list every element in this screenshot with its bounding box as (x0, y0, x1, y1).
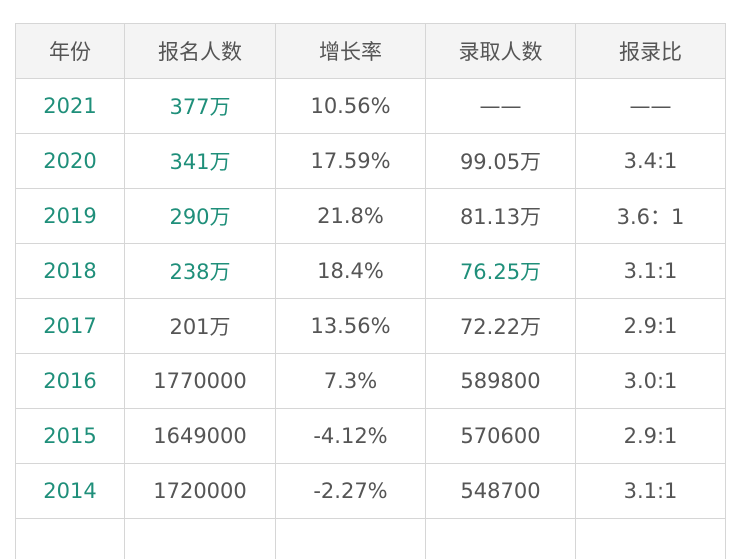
cell-applicants: 1720000 (125, 464, 276, 519)
admissions-table: 年份 报名人数 增长率 录取人数 报录比 2021 377万 10.56% ——… (15, 23, 726, 559)
table-row: 2017 201万 13.56% 72.22万 2.9:1 (16, 299, 726, 354)
cell-year: 2015 (16, 409, 125, 464)
cell-growth-rate: 21.8% (276, 189, 426, 244)
cell-year: 2021 (16, 79, 125, 134)
cell-applicants: 201万 (125, 299, 276, 354)
empty-cell (426, 519, 576, 559)
cell-ratio: 3.1:1 (576, 464, 726, 519)
table-row: 2018 238万 18.4% 76.25万 3.1:1 (16, 244, 726, 299)
cell-growth-rate: 18.4% (276, 244, 426, 299)
cell-growth-rate: 7.3% (276, 354, 426, 409)
cell-applicants: 238万 (125, 244, 276, 299)
table-row: 2021 377万 10.56% —— —— (16, 79, 726, 134)
admissions-table-container: 年份 报名人数 增长率 录取人数 报录比 2021 377万 10.56% ——… (15, 23, 725, 559)
table-header-row: 年份 报名人数 增长率 录取人数 报录比 (16, 24, 726, 79)
table-row-cut-off (16, 519, 726, 559)
header-applicants: 报名人数 (125, 24, 276, 79)
cell-ratio: 2.9:1 (576, 409, 726, 464)
cell-applicants: 290万 (125, 189, 276, 244)
table-row: 2015 1649000 -4.12% 570600 2.9:1 (16, 409, 726, 464)
table-row: 2014 1720000 -2.27% 548700 3.1:1 (16, 464, 726, 519)
cell-admitted: 589800 (426, 354, 576, 409)
header-growth-rate: 增长率 (276, 24, 426, 79)
empty-cell (576, 519, 726, 559)
cell-admitted: 76.25万 (426, 244, 576, 299)
cell-year: 2019 (16, 189, 125, 244)
cell-growth-rate: -4.12% (276, 409, 426, 464)
cell-ratio: 3.4:1 (576, 134, 726, 189)
cell-year: 2020 (16, 134, 125, 189)
cell-admitted: 72.22万 (426, 299, 576, 354)
empty-cell (276, 519, 426, 559)
cell-growth-rate: 17.59% (276, 134, 426, 189)
header-year: 年份 (16, 24, 125, 79)
cell-year: 2017 (16, 299, 125, 354)
cell-applicants: 377万 (125, 79, 276, 134)
cell-applicants: 341万 (125, 134, 276, 189)
cell-ratio: 3.0:1 (576, 354, 726, 409)
table-row: 2019 290万 21.8% 81.13万 3.6：1 (16, 189, 726, 244)
cell-ratio: —— (576, 79, 726, 134)
table-row: 2020 341万 17.59% 99.05万 3.4:1 (16, 134, 726, 189)
cell-ratio: 3.1:1 (576, 244, 726, 299)
cell-admitted: 570600 (426, 409, 576, 464)
header-admitted: 录取人数 (426, 24, 576, 79)
cell-admitted: —— (426, 79, 576, 134)
cell-applicants: 1770000 (125, 354, 276, 409)
cell-growth-rate: 13.56% (276, 299, 426, 354)
cell-growth-rate: 10.56% (276, 79, 426, 134)
cell-growth-rate: -2.27% (276, 464, 426, 519)
table-row: 2016 1770000 7.3% 589800 3.0:1 (16, 354, 726, 409)
cell-ratio: 3.6：1 (576, 189, 726, 244)
header-ratio: 报录比 (576, 24, 726, 79)
cell-admitted: 548700 (426, 464, 576, 519)
empty-cell (16, 519, 125, 559)
cell-admitted: 81.13万 (426, 189, 576, 244)
cell-year: 2014 (16, 464, 125, 519)
cell-admitted: 99.05万 (426, 134, 576, 189)
cell-ratio: 2.9:1 (576, 299, 726, 354)
cell-year: 2016 (16, 354, 125, 409)
empty-cell (125, 519, 276, 559)
cell-applicants: 1649000 (125, 409, 276, 464)
cell-year: 2018 (16, 244, 125, 299)
